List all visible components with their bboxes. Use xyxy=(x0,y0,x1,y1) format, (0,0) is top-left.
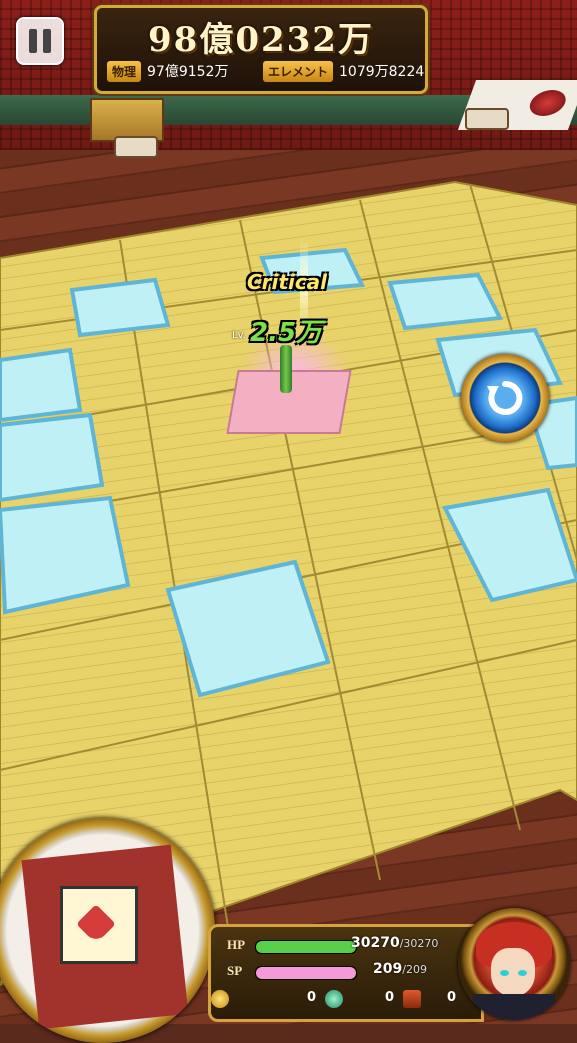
chest-count: 0 xyxy=(447,990,457,1005)
coin-icon xyxy=(211,990,229,1008)
hp-bar-fill xyxy=(256,941,356,953)
physical-row: 物理 97億9152万 xyxy=(107,60,228,82)
hp-bar xyxy=(255,940,357,954)
hp-readout: 30270/30270 xyxy=(351,935,438,951)
hp-max: /30270 xyxy=(399,937,439,950)
orb-icon xyxy=(325,990,343,1008)
element-value: 1079万8224 xyxy=(339,64,425,80)
ice-tile xyxy=(0,347,83,423)
hp-value: 30270 xyxy=(351,935,400,951)
sp-bar xyxy=(255,966,357,980)
bamboo-dummy xyxy=(280,345,292,393)
sp-readout: 209/209 xyxy=(373,961,427,977)
score-panel: 98億0232万 物理 97億9152万 エレメント 1079万8224 xyxy=(94,5,428,94)
retry-icon xyxy=(487,380,523,415)
element-tag: エレメント xyxy=(263,60,334,82)
sp-max: /209 xyxy=(402,963,427,976)
chest-icon xyxy=(403,990,421,1008)
ice-tile xyxy=(69,277,171,338)
hp-label: HP xyxy=(227,937,246,952)
orb-count: 0 xyxy=(385,990,395,1005)
damage-number: 2.5万 xyxy=(250,318,323,348)
element-row: エレメント 1079万8224 xyxy=(263,60,424,82)
total-damage: 98億0232万 xyxy=(148,20,374,60)
ice-tile xyxy=(387,272,504,331)
sp-value: 209 xyxy=(373,961,403,977)
character-portrait[interactable] xyxy=(458,908,570,1020)
critical-text: Critical xyxy=(247,270,328,294)
physical-tag: 物理 xyxy=(107,60,142,82)
minimap[interactable] xyxy=(0,818,215,1043)
ice-tile xyxy=(0,412,105,503)
coin-count: 0 xyxy=(307,990,317,1005)
physical-value: 97億9152万 xyxy=(147,64,229,80)
retry-button[interactable] xyxy=(461,354,549,442)
status-panel: HP 30270/30270 SP 209/209 0 0 0 xyxy=(208,924,484,1022)
level-prefix: Lv. xyxy=(232,330,246,341)
sp-label: SP xyxy=(227,963,243,978)
pause-button[interactable] xyxy=(16,17,64,65)
sp-bar-fill xyxy=(256,967,356,979)
